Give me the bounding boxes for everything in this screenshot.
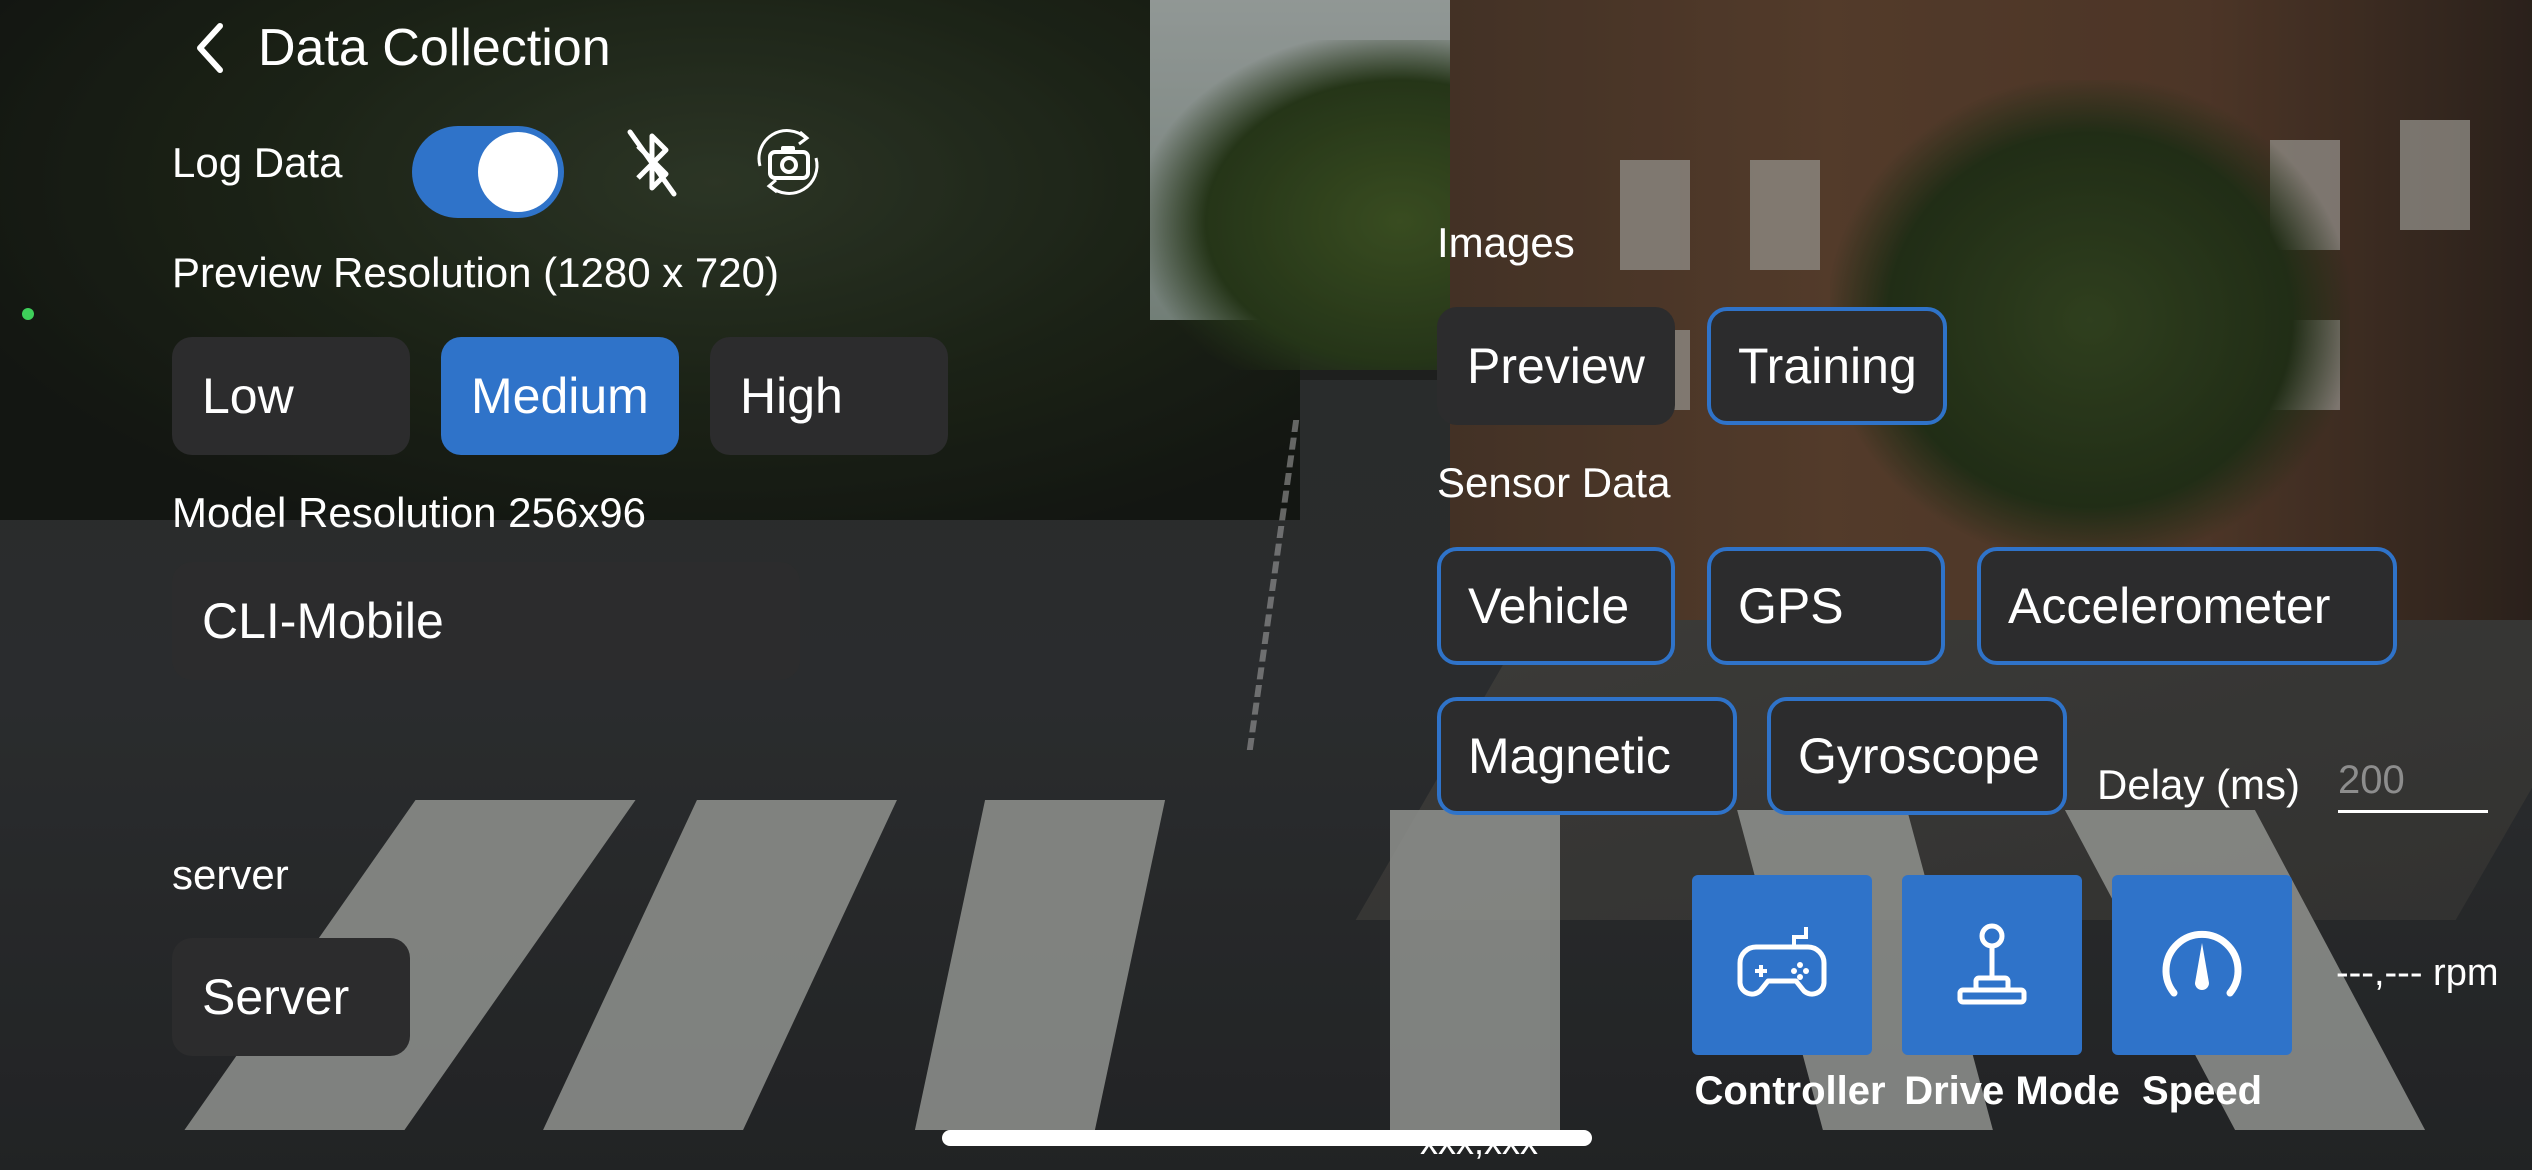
bluetooth-off-icon (627, 129, 677, 197)
resolution-medium-button[interactable]: Medium (441, 337, 679, 455)
server-select[interactable]: Server (172, 938, 410, 1056)
chevron-left-icon (197, 23, 223, 73)
sensor-vehicle-button[interactable]: Vehicle (1437, 547, 1675, 665)
model-select[interactable]: CLI-Mobile (172, 562, 800, 680)
bluetooth-off-button[interactable] (612, 122, 692, 202)
camera-rotate-icon (757, 129, 819, 195)
switch-camera-button[interactable] (748, 122, 828, 202)
controller-label: Controller (1694, 1069, 1886, 1113)
speed-button[interactable] (2112, 875, 2292, 1055)
controller-button[interactable] (1692, 875, 1872, 1055)
sensor-accelerometer-button[interactable]: Accelerometer (1977, 547, 2397, 665)
speed-label: Speed (2141, 1069, 2263, 1113)
joystick-icon (1957, 923, 2027, 1005)
sensor-magnetic-button[interactable]: Magnetic (1437, 697, 1737, 815)
resolution-high-button[interactable]: High (710, 337, 948, 455)
speed-readout: ---,--- rpm (2336, 952, 2499, 994)
gamepad-icon (1737, 927, 1827, 997)
sensor-gps-button[interactable]: GPS (1707, 547, 1945, 665)
status-dot (22, 308, 34, 320)
model-resolution-label: Model Resolution 256x96 (172, 489, 646, 536)
delay-input[interactable]: 200 (2338, 752, 2488, 813)
resolution-low-button[interactable]: Low (172, 337, 410, 455)
page-title: Data Collection (258, 19, 611, 77)
log-data-label: Log Data (172, 139, 343, 186)
drive-mode-button[interactable] (1902, 875, 2082, 1055)
images-preview-button[interactable]: Preview (1437, 307, 1675, 425)
log-data-toggle[interactable] (412, 126, 564, 218)
server-label: server (172, 851, 289, 898)
preview-resolution-label: Preview Resolution (1280 x 720) (172, 249, 779, 296)
sensor-gyroscope-button[interactable]: Gyroscope (1767, 697, 2067, 815)
home-indicator[interactable] (942, 1130, 1592, 1146)
delay-label: Delay (ms) (2097, 761, 2301, 808)
images-training-button[interactable]: Training (1707, 307, 1947, 425)
images-label: Images (1437, 219, 1575, 266)
speedometer-icon (2162, 930, 2242, 997)
back-button[interactable] (190, 18, 230, 78)
sensor-data-label: Sensor Data (1437, 459, 1671, 506)
